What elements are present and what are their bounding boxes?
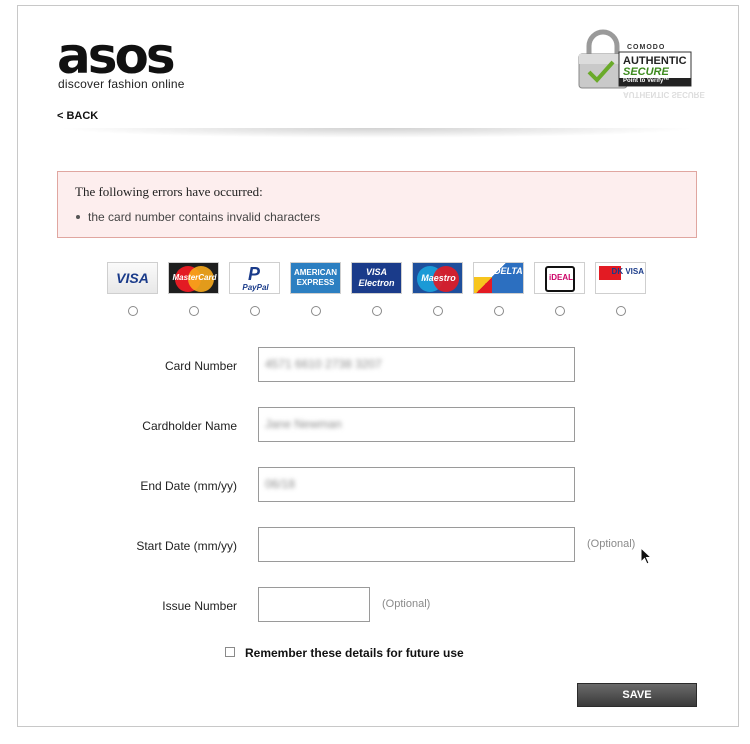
paypal-logo[interactable]: P PayPal bbox=[229, 262, 280, 294]
badge-verify: Point to Verify™ bbox=[623, 78, 670, 84]
american-express-logo[interactable]: AMERICAN EXPRESS bbox=[290, 262, 341, 294]
delta-logo[interactable]: DELTA bbox=[473, 262, 524, 294]
maestro-radio[interactable] bbox=[433, 306, 443, 316]
mastercard-logo[interactable]: MasterCard bbox=[168, 262, 219, 294]
ideal-radio[interactable] bbox=[555, 306, 565, 316]
card-number-value: 4571 6610 2738 3207 bbox=[265, 357, 382, 371]
visa-radio[interactable] bbox=[128, 306, 138, 316]
dankort-radio[interactable] bbox=[616, 306, 626, 316]
delta-logo-text: DELTA bbox=[494, 266, 523, 276]
american-express-radio[interactable] bbox=[311, 306, 321, 316]
ideal-logo[interactable]: iDEAL bbox=[534, 262, 585, 294]
start-date-label: Start Date (mm/yy) bbox=[136, 539, 237, 553]
badge-brand: COMODO bbox=[627, 44, 666, 51]
visa-logo[interactable]: VISA bbox=[107, 262, 158, 294]
delta-radio[interactable] bbox=[494, 306, 504, 316]
maestro-logo[interactable]: Maestro bbox=[412, 262, 463, 294]
mastercard-radio[interactable] bbox=[189, 306, 199, 316]
visa-electron-logo-text: VISA Electron bbox=[358, 267, 395, 288]
error-message-box: The following errors have occurred: the … bbox=[57, 171, 697, 238]
issue-number-optional-hint: (Optional) bbox=[382, 598, 431, 610]
logo-tagline: discover fashion online bbox=[58, 77, 185, 91]
issue-number-input[interactable] bbox=[258, 587, 370, 622]
visa-logo-text: VISA bbox=[116, 270, 149, 286]
badge-reflection: AUTHENTIC SECURE bbox=[623, 90, 705, 99]
comodo-secure-badge[interactable]: COMODO AUTHENTIC SECURE Point to Verify™… bbox=[575, 28, 705, 108]
back-link[interactable]: < BACK bbox=[57, 110, 98, 122]
end-date-input[interactable]: 06/18 bbox=[258, 467, 575, 502]
error-title: The following errors have occurred: bbox=[75, 184, 263, 199]
paypal-p-icon: P bbox=[248, 264, 261, 284]
header-divider bbox=[57, 128, 697, 138]
card-number-input[interactable]: 4571 6610 2738 3207 bbox=[258, 347, 575, 382]
remember-checkbox[interactable] bbox=[225, 647, 235, 657]
amex-logo-text: AMERICAN EXPRESS bbox=[293, 268, 338, 287]
dankort-logo-text: DK VISA bbox=[611, 267, 644, 276]
error-item-text: the card number contains invalid charact… bbox=[88, 210, 321, 224]
paypal-logo-text: PayPal bbox=[242, 283, 269, 292]
ideal-logo-text: iDEAL bbox=[549, 273, 573, 282]
visa-electron-radio[interactable] bbox=[372, 306, 382, 316]
error-item: the card number contains invalid charact… bbox=[76, 210, 320, 224]
asos-logo[interactable]: asos discover fashion online bbox=[57, 27, 184, 91]
dankort-logo[interactable]: DK VISA bbox=[595, 262, 646, 294]
badge-secure: SECURE bbox=[623, 66, 669, 78]
cardholder-name-value: Jane Newman bbox=[265, 417, 342, 431]
mastercard-logo-text: MasterCard bbox=[172, 273, 217, 282]
end-date-label: End Date (mm/yy) bbox=[140, 479, 237, 493]
cardholder-name-input[interactable]: Jane Newman bbox=[258, 407, 575, 442]
save-button[interactable]: SAVE bbox=[577, 683, 697, 707]
cardholder-name-label: Cardholder Name bbox=[142, 419, 237, 433]
issue-number-label: Issue Number bbox=[162, 599, 237, 613]
remember-label: Remember these details for future use bbox=[245, 646, 464, 660]
end-date-value: 06/18 bbox=[265, 477, 296, 491]
logo-wordmark: asos bbox=[57, 27, 176, 85]
paypal-radio[interactable] bbox=[250, 306, 260, 316]
visa-electron-logo[interactable]: VISA Electron bbox=[351, 262, 402, 294]
card-number-label: Card Number bbox=[164, 359, 237, 373]
mouse-cursor-icon bbox=[640, 547, 653, 565]
bullet-icon bbox=[76, 214, 80, 219]
start-date-optional-hint: (Optional) bbox=[587, 538, 636, 550]
maestro-logo-text: Maestro bbox=[421, 273, 456, 283]
start-date-input[interactable] bbox=[258, 527, 575, 562]
delta-stripe-icon bbox=[474, 277, 492, 293]
